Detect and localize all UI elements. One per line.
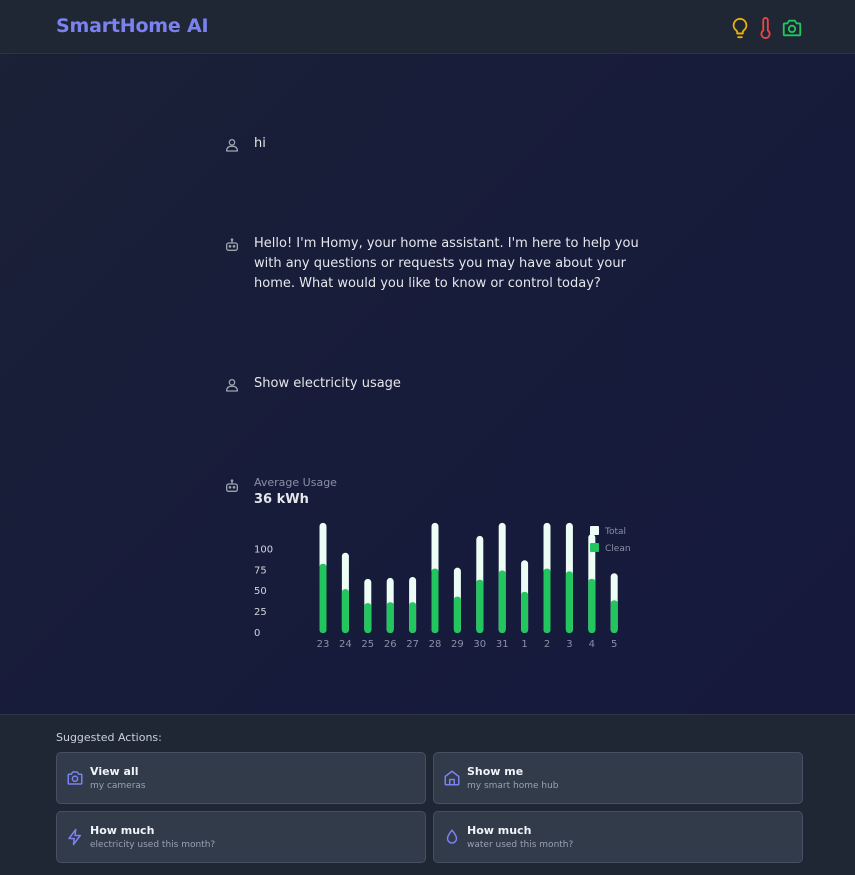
user-icon <box>226 379 238 392</box>
bar-clean <box>319 563 327 633</box>
y-tick-label: 0 <box>254 628 260 639</box>
x-tick-label: 25 <box>361 639 374 650</box>
legend-label: Clean <box>605 544 631 554</box>
action-title: View all <box>90 765 139 778</box>
x-tick-label: 2 <box>544 639 550 650</box>
app-header: SmartHome AI <box>0 0 855 54</box>
bar-clean <box>364 603 372 633</box>
lightning-icon <box>68 828 81 846</box>
camera-icon <box>67 771 83 785</box>
legend-label: Total <box>604 527 626 537</box>
x-tick-label: 23 <box>317 639 330 650</box>
bar-clean <box>588 578 596 633</box>
y-tick-label: 100 <box>254 544 273 555</box>
bar-clean <box>453 596 461 633</box>
usage-value: 36 kWh <box>254 492 309 507</box>
suggested-actions-title: Suggested Actions: <box>56 731 162 744</box>
lightbulb-icon[interactable] <box>729 17 751 39</box>
app-title: SmartHome AI <box>56 15 209 37</box>
x-tick-label: 5 <box>611 639 617 650</box>
x-tick-label: 3 <box>566 639 572 650</box>
action-title: Show me <box>467 765 524 778</box>
x-tick-label: 1 <box>521 639 527 650</box>
action-electricity-button[interactable]: How much electricity used this month? <box>56 811 426 863</box>
y-tick-label: 25 <box>254 607 267 618</box>
action-subtitle: electricity used this month? <box>90 840 216 850</box>
action-subtitle: my smart home hub <box>467 781 559 791</box>
thermometer-icon[interactable] <box>755 17 777 39</box>
action-subtitle: my cameras <box>90 781 146 791</box>
message-text: hi <box>254 136 266 151</box>
x-tick-label: 30 <box>473 639 486 650</box>
message-text: Hello! I'm Homy, your home assistant. I'… <box>254 236 639 291</box>
usage-bar-chart: 025507510023 24 25 26 27 28 29 30 31 1 2 3 4 5TotalCl… <box>254 522 631 650</box>
action-title: How much <box>90 824 155 837</box>
bar-clean <box>565 571 573 633</box>
legend-swatch <box>590 543 599 552</box>
bar-clean <box>341 589 349 633</box>
user-icon <box>226 139 238 152</box>
bar-clean <box>431 568 439 633</box>
x-tick-label: 27 <box>406 639 419 650</box>
legend-swatch <box>590 526 599 535</box>
action-title: How much <box>467 824 532 837</box>
bar-clean <box>521 591 529 633</box>
usage-label: Average Usage <box>254 476 337 489</box>
y-tick-label: 50 <box>254 586 267 597</box>
bar-clean <box>409 602 417 633</box>
action-view-cameras-button[interactable]: View all my cameras <box>56 752 426 804</box>
action-show-hub-button[interactable]: Show me my smart home hub <box>433 752 803 804</box>
bar-clean <box>610 600 618 633</box>
bar-clean <box>543 568 551 633</box>
x-tick-label: 24 <box>339 639 352 650</box>
action-water-button[interactable]: How much water used this month? <box>433 811 803 863</box>
y-tick-label: 75 <box>254 565 267 576</box>
message-text: Show electricity usage <box>254 376 401 391</box>
bar-clean <box>386 602 394 633</box>
bar-clean <box>498 570 506 633</box>
camera-icon[interactable] <box>781 17 803 39</box>
x-tick-label: 26 <box>384 639 397 650</box>
bar-clean <box>476 579 484 633</box>
x-tick-label: 28 <box>429 639 442 650</box>
suggested-actions-panel: Suggested Actions: View all my cameras S… <box>0 714 855 875</box>
x-tick-label: 29 <box>451 639 464 650</box>
chat-message-chart: Average Usage 36 kWh 0 25 50 75 100 23 24 25 26 2… <box>224 474 644 654</box>
robot-icon <box>226 479 238 492</box>
action-subtitle: water used this month? <box>467 840 574 850</box>
x-tick-label: 31 <box>496 639 509 650</box>
robot-icon <box>226 238 238 251</box>
home-icon <box>444 770 460 786</box>
water-drop-icon <box>446 829 458 844</box>
x-tick-label: 4 <box>589 639 595 650</box>
